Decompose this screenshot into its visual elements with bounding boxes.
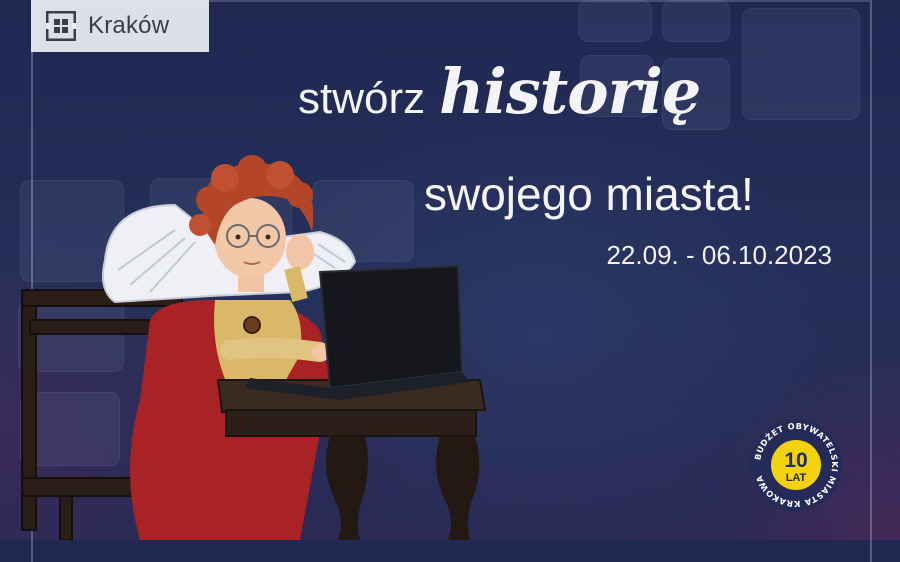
headline-word-historie: historię bbox=[439, 55, 701, 128]
headline-word-stworz: stwórz bbox=[298, 74, 426, 123]
anniversary-badge: BUDŻET OBYWATELSKI MIASTA KRAKOWA 10 LAT bbox=[750, 419, 842, 511]
badge-unit: LAT bbox=[786, 472, 807, 484]
campaign-dates: 22.09. - 06.10.2023 bbox=[606, 240, 832, 270]
headline-line2: swojego miasta! bbox=[424, 168, 754, 220]
headline: stwórz historię swojego miasta! bbox=[298, 55, 858, 220]
badge-number: 10 bbox=[784, 449, 807, 472]
